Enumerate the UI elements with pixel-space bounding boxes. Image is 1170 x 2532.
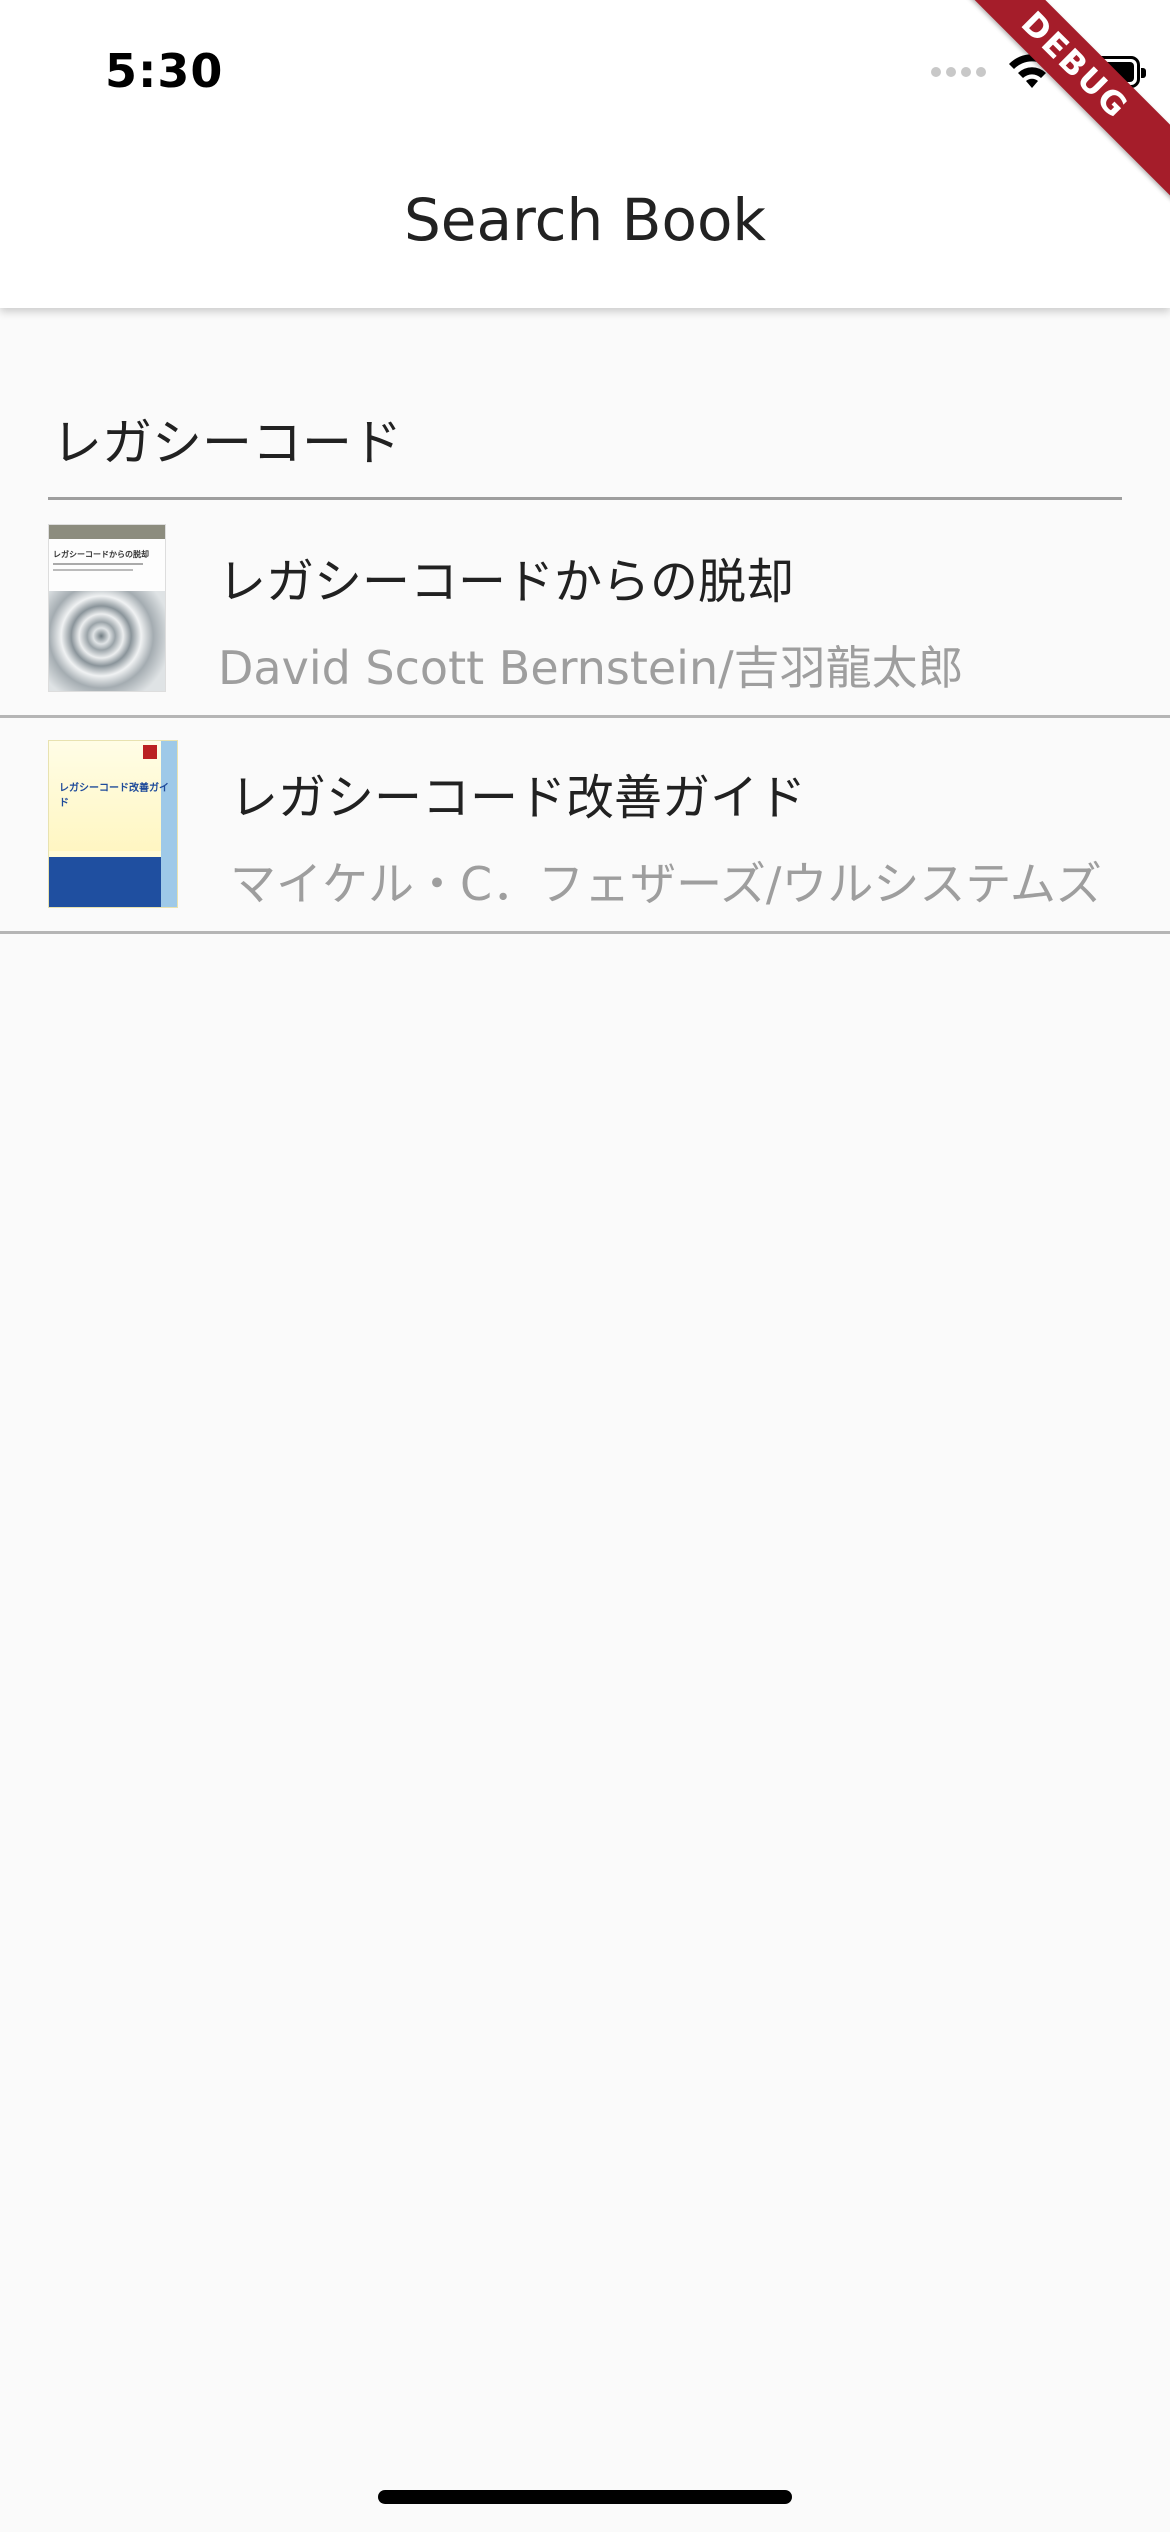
book-list: レガシーコードからの脱却 レガシーコードからの脱却 David Scott Be…: [0, 502, 1170, 934]
book-text: レガシーコードからの脱却 David Scott Bernstein/吉羽龍太郎: [218, 542, 964, 698]
book-cover-image: レガシーコード改善ガイド: [48, 740, 178, 908]
book-cover-image: レガシーコードからの脱却: [48, 524, 166, 692]
cellular-signal-icon: [931, 67, 986, 77]
search-underline: [48, 497, 1122, 500]
book-author: マイケル・C．フェザーズ/ウルシステムズ: [230, 857, 1102, 911]
list-item[interactable]: レガシーコード改善ガイド レガシーコード改善ガイド マイケル・C．フェザーズ/ウ…: [0, 718, 1170, 934]
app-header: 5:30 Search Book: [0, 0, 1170, 308]
screen: 5:30 Search Book DEBUG レガシーコードからの: [0, 0, 1170, 2532]
book-title: レガシーコードからの脱却: [218, 554, 795, 610]
list-item[interactable]: レガシーコードからの脱却 レガシーコードからの脱却 David Scott Be…: [0, 502, 1170, 718]
book-author: David Scott Bernstein/吉羽龍太郎: [218, 641, 964, 695]
search-input[interactable]: [48, 380, 1122, 498]
book-title: レガシーコード改善ガイド: [230, 770, 807, 826]
book-text: レガシーコード改善ガイド マイケル・C．フェザーズ/ウルシステムズ: [230, 758, 1102, 914]
search-field[interactable]: [48, 380, 1122, 500]
page-title: Search Book: [403, 186, 767, 254]
home-indicator[interactable]: [378, 2490, 792, 2504]
status-time: 5:30: [105, 44, 224, 98]
